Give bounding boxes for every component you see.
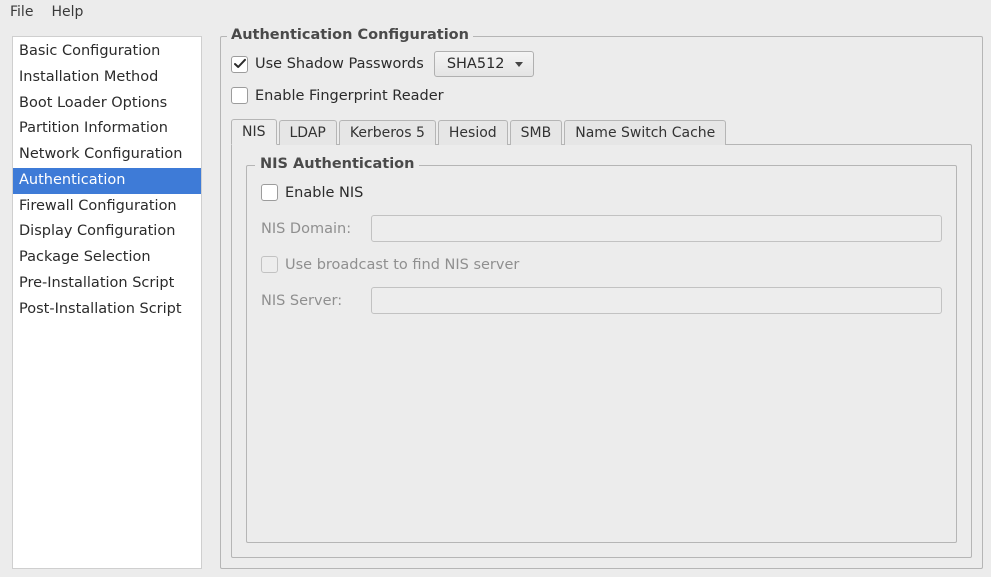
use-shadow-passwords-label: Use Shadow Passwords <box>255 56 424 72</box>
window-body: Basic Configuration Installation Method … <box>0 26 991 577</box>
menubar: File Help <box>0 0 991 26</box>
tab-kerberos-5[interactable]: Kerberos 5 <box>339 120 436 145</box>
enable-nis-label: Enable NIS <box>285 185 363 201</box>
nis-authentication-group: NIS Authentication Enable NIS NIS Domain… <box>246 165 957 543</box>
checkbox-box <box>261 256 278 273</box>
sidebar-item-pre-installation-script[interactable]: Pre-Installation Script <box>13 271 201 297</box>
chevron-down-icon <box>515 62 523 67</box>
use-broadcast-label: Use broadcast to find NIS server <box>285 257 519 273</box>
check-icon <box>234 58 246 70</box>
sidebar: Basic Configuration Installation Method … <box>12 36 202 569</box>
nis-domain-input[interactable] <box>371 215 942 242</box>
sidebar-item-post-installation-script[interactable]: Post-Installation Script <box>13 297 201 323</box>
nis-authentication-title: NIS Authentication <box>255 156 419 172</box>
sidebar-item-display-configuration[interactable]: Display Configuration <box>13 219 201 245</box>
enable-fingerprint-label: Enable Fingerprint Reader <box>255 88 444 104</box>
enable-nis-checkbox[interactable]: Enable NIS <box>261 184 363 201</box>
use-shadow-passwords-checkbox[interactable]: Use Shadow Passwords <box>231 56 424 73</box>
tab-page-nis: NIS Authentication Enable NIS NIS Domain… <box>231 144 972 558</box>
sidebar-item-network-configuration[interactable]: Network Configuration <box>13 142 201 168</box>
checkbox-box <box>231 87 248 104</box>
sidebar-item-boot-loader-options[interactable]: Boot Loader Options <box>13 91 201 117</box>
nis-domain-label: NIS Domain: <box>261 221 361 237</box>
authentication-group-title: Authentication Configuration <box>227 27 473 43</box>
password-hash-value: SHA512 <box>447 56 505 72</box>
checkbox-box <box>231 56 248 73</box>
authentication-group: Authentication Configuration Use Shadow … <box>220 36 983 569</box>
tab-smb[interactable]: SMB <box>510 120 563 145</box>
password-hash-combo[interactable]: SHA512 <box>434 51 534 77</box>
sidebar-item-installation-method[interactable]: Installation Method <box>13 65 201 91</box>
sidebar-item-authentication[interactable]: Authentication <box>13 168 201 194</box>
sidebar-item-partition-information[interactable]: Partition Information <box>13 116 201 142</box>
enable-fingerprint-checkbox[interactable]: Enable Fingerprint Reader <box>231 87 444 104</box>
checkbox-box <box>261 184 278 201</box>
sidebar-item-package-selection[interactable]: Package Selection <box>13 245 201 271</box>
nis-server-input[interactable] <box>371 287 942 314</box>
menu-file[interactable]: File <box>10 4 33 20</box>
tab-hesiod[interactable]: Hesiod <box>438 120 508 145</box>
tab-ldap[interactable]: LDAP <box>279 120 337 145</box>
main-panel: Authentication Configuration Use Shadow … <box>220 36 983 569</box>
menu-help[interactable]: Help <box>51 4 83 20</box>
sidebar-item-basic-configuration[interactable]: Basic Configuration <box>13 39 201 65</box>
use-broadcast-checkbox[interactable]: Use broadcast to find NIS server <box>261 256 519 273</box>
sidebar-item-firewall-configuration[interactable]: Firewall Configuration <box>13 194 201 220</box>
tab-nis[interactable]: NIS <box>231 119 277 145</box>
auth-tabs: NIS LDAP Kerberos 5 Hesiod SMB Name Swit… <box>231 118 972 144</box>
nis-server-label: NIS Server: <box>261 293 361 309</box>
tab-name-switch-cache[interactable]: Name Switch Cache <box>564 120 726 145</box>
